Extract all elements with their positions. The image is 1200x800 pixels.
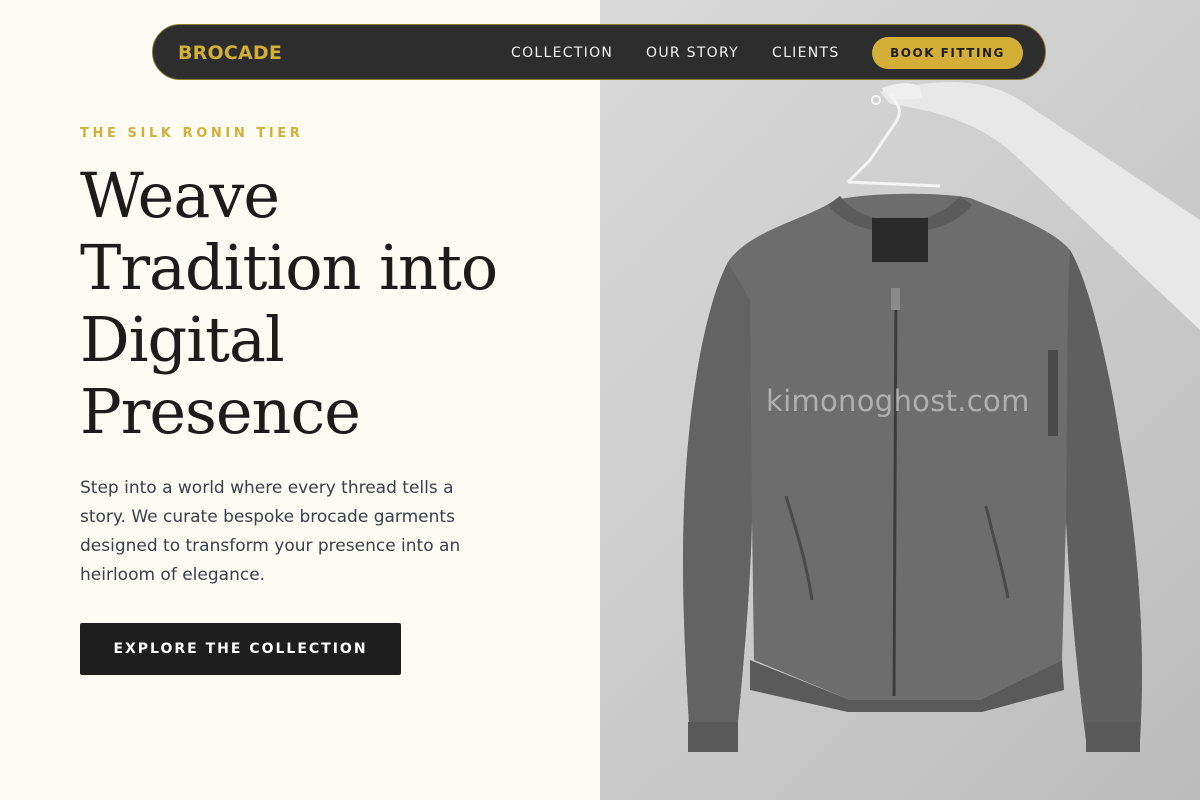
watermark-text: kimonoghost.com <box>766 384 1030 418</box>
book-fitting-button[interactable]: BOOK FITTING <box>872 37 1023 69</box>
hero-headline: Weave Tradition into Digital Presence <box>80 159 498 448</box>
page: THE SILK RONIN TIER Weave Tradition into… <box>0 0 1200 800</box>
nav-link-collection[interactable]: COLLECTION <box>511 25 613 81</box>
brand-logo[interactable]: BROCADE <box>178 25 282 81</box>
nav-link-clients[interactable]: CLIENTS <box>772 25 840 81</box>
hero-text-panel: THE SILK RONIN TIER Weave Tradition into… <box>0 0 600 800</box>
hero-description: Step into a world where every thread tel… <box>80 478 461 585</box>
top-navigation: BROCADE COLLECTION OUR STORY CLIENTS BOO… <box>152 24 1046 80</box>
hero-eyebrow: THE SILK RONIN TIER <box>80 126 304 141</box>
explore-collection-button[interactable]: EXPLORE THE COLLECTION <box>80 623 401 675</box>
nav-link-our-story[interactable]: OUR STORY <box>646 25 739 81</box>
